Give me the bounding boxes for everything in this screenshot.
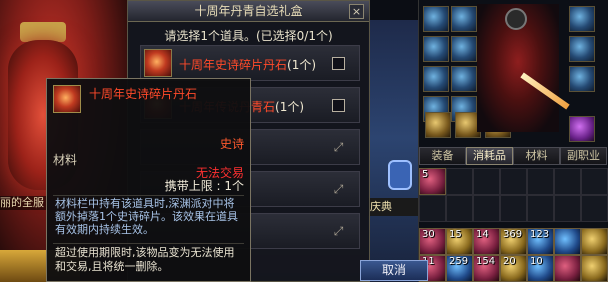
dialog-instruction: 请选择1个道具。(已选择0/1个) (164, 29, 333, 43)
inventory-slot[interactable] (581, 195, 608, 222)
equipment-panel: 装备 消耗品 材料 副职业 5 30 15 14 369 123 11 259 … (418, 0, 608, 282)
inventory-slot[interactable]: 259 (446, 255, 473, 282)
dialog-titlebar[interactable]: 十周年丹青自选礼盒 × (128, 1, 369, 22)
equip-slot-bracelet[interactable] (569, 36, 595, 62)
inventory-slot[interactable] (581, 255, 608, 282)
gift-option[interactable]: 十周年史诗碎片丹石(1个) (140, 45, 360, 81)
equip-slot-belt[interactable] (451, 66, 477, 92)
inventory-slot[interactable]: 30 (419, 228, 446, 255)
dan-stone-icon (53, 85, 81, 113)
equip-slot-support[interactable] (425, 112, 451, 138)
dialog-title: 十周年丹青自选礼盒 (194, 4, 303, 18)
tooltip-item-name: 十周年史诗碎片丹石 (89, 87, 198, 101)
inventory-slot[interactable] (527, 168, 554, 195)
scene-floating-text: 丽的全服 (0, 196, 48, 210)
item-count: 154 (476, 256, 496, 267)
gift-option-count: (1个) (275, 100, 305, 114)
inventory-slot[interactable]: 15 (446, 228, 473, 255)
inventory-slot[interactable] (500, 195, 527, 222)
gift-option-count: (1个) (287, 58, 317, 72)
tab-sub-profession[interactable]: 副职业 (560, 147, 607, 165)
inventory-slot[interactable] (554, 195, 581, 222)
character-portrait (477, 4, 570, 132)
gift-option-checkbox[interactable] (332, 99, 345, 112)
equip-slot-ring[interactable] (569, 66, 595, 92)
inventory-slot[interactable]: 10 (527, 255, 554, 282)
magnifier-icon[interactable]: ⤢ (331, 182, 346, 197)
item-count: 14 (476, 229, 489, 240)
item-tooltip: 十周年史诗碎片丹石 史诗 材料 无法交易 携带上限 : 1个 材料栏中持有该道具… (46, 78, 251, 282)
game-scene-town: 庆典 (368, 20, 420, 282)
close-button[interactable]: × (349, 4, 364, 19)
tab-consumables[interactable]: 消耗品 (466, 147, 513, 165)
inventory-slot[interactable] (419, 195, 446, 222)
item-count: 10 (530, 256, 543, 267)
inventory-slot[interactable] (581, 168, 608, 195)
character-helmet (505, 8, 527, 30)
inventory-slot[interactable]: 20 (500, 255, 527, 282)
tooltip-item-type: 材料 (53, 153, 78, 167)
equip-slot-artifact[interactable] (569, 116, 595, 142)
inventory-slot[interactable] (581, 228, 608, 255)
lantern-cap (20, 22, 66, 42)
gift-option-checkbox[interactable] (332, 57, 345, 70)
tooltip-expiry-note: 超过使用期限时,该物品变为无法使用和交易,且将统一删除。 (55, 246, 235, 273)
magnifier-icon[interactable]: ⤢ (331, 224, 346, 239)
inventory-slot[interactable] (446, 168, 473, 195)
tooltip-divider (53, 195, 244, 196)
inventory-slot[interactable] (446, 195, 473, 222)
dan-stone-icon (144, 49, 172, 77)
inventory-slot[interactable] (527, 195, 554, 222)
town-shop-sign (388, 160, 412, 190)
inventory-slot[interactable] (500, 168, 527, 195)
equip-slot-top[interactable] (423, 36, 449, 62)
equip-slot-title[interactable] (451, 6, 477, 32)
item-count: 123 (530, 229, 550, 240)
inventory-tabs: 装备 消耗品 材料 副职业 (419, 147, 608, 165)
town-banner-text: 庆典 (368, 198, 420, 216)
item-count: 369 (503, 229, 523, 240)
inventory-slot[interactable]: 5 (419, 168, 446, 195)
equip-slot-bottom[interactable] (423, 66, 449, 92)
inventory-slot[interactable] (473, 168, 500, 195)
inventory-slot[interactable]: 123 (527, 228, 554, 255)
inventory-slot[interactable] (554, 228, 581, 255)
item-count: 20 (503, 256, 516, 267)
gift-option-label: 十周年史诗碎片丹石(1个) (179, 56, 316, 73)
item-count: 15 (449, 229, 462, 240)
equip-slot-weapon[interactable] (423, 6, 449, 32)
inventory-slot[interactable] (554, 255, 581, 282)
inventory-grid: 5 30 15 14 369 123 11 259 154 20 10 (419, 168, 608, 282)
inventory-slot[interactable]: 369 (500, 228, 527, 255)
inventory-slot[interactable]: 14 (473, 228, 500, 255)
gift-option-name: 十周年史诗碎片丹石 (179, 58, 288, 72)
tooltip-rarity: 史诗 (219, 137, 244, 151)
equip-slot-necklace[interactable] (569, 6, 595, 32)
item-count: 259 (449, 256, 469, 267)
tooltip-carry-limit: 携带上限 : 1个 (164, 179, 244, 193)
tooltip-divider (53, 243, 244, 244)
character-sword (520, 72, 570, 110)
tab-equipment[interactable]: 装备 (419, 147, 466, 165)
inventory-slot[interactable] (554, 168, 581, 195)
equip-slot-head[interactable] (451, 36, 477, 62)
tooltip-description: 材料栏中持有该道具时,深渊派对中将额外掉落1个史诗碎片。该效果在道具有效期内持续… (55, 197, 238, 236)
magnifier-icon[interactable]: ⤢ (331, 140, 346, 155)
tab-materials[interactable]: 材料 (513, 147, 560, 165)
item-count: 5 (422, 169, 429, 180)
item-count: 30 (422, 229, 435, 240)
cancel-button[interactable]: 取消 (360, 260, 428, 281)
inventory-slot[interactable]: 154 (473, 255, 500, 282)
inventory-slot[interactable] (473, 195, 500, 222)
